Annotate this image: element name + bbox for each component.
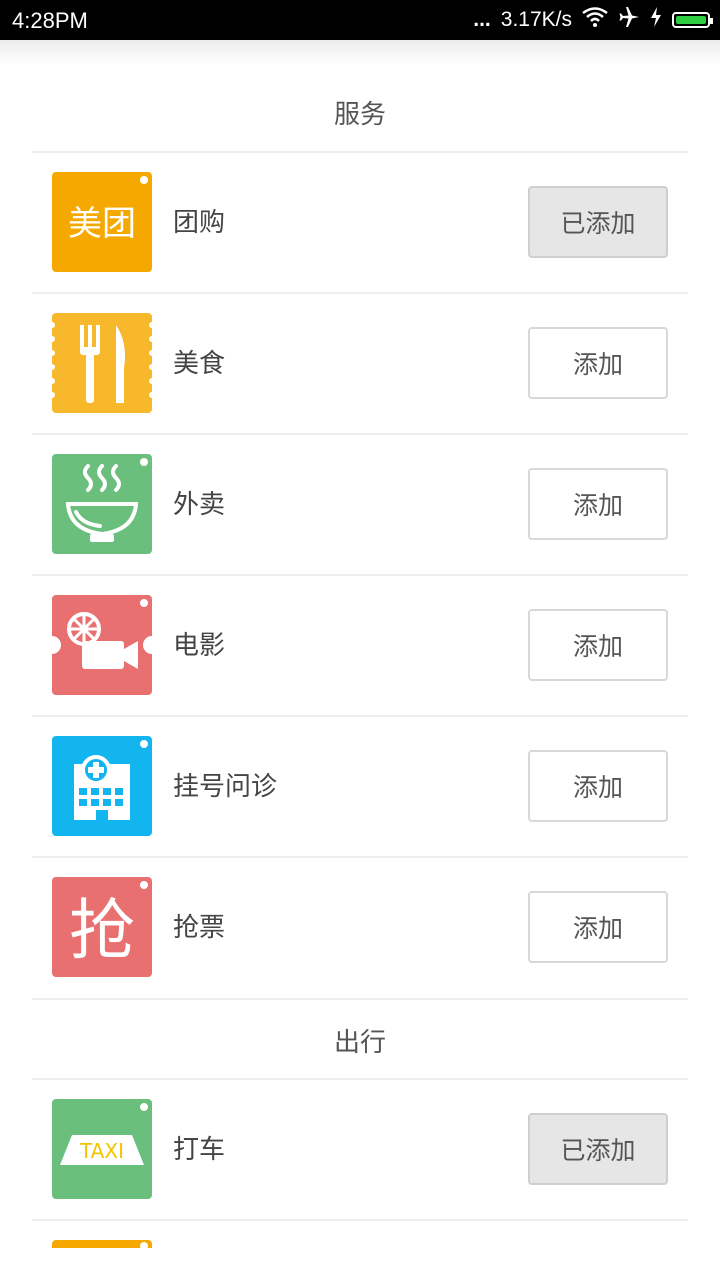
add-button[interactable]: 添加 [528, 468, 668, 540]
list-item: 美团 团购 已添加 [32, 152, 688, 293]
battery-icon [672, 12, 713, 28]
list-item: 美食 添加 [32, 293, 688, 434]
movie-camera-icon [52, 595, 152, 695]
add-button[interactable]: 添加 [528, 327, 668, 399]
item-label: 美食 [173, 349, 226, 379]
svg-text:美团: 美团 [68, 204, 136, 244]
item-label: 团购 [173, 208, 226, 238]
partial-item-icon [52, 1240, 152, 1248]
section-title-travel: 出行 [333, 1028, 386, 1058]
status-time: 4:28PM [12, 8, 88, 33]
top-shadow [0, 40, 720, 66]
add-button[interactable]: 添加 [528, 891, 668, 963]
item-label: 电影 [173, 631, 226, 661]
fork-knife-icon [52, 313, 152, 413]
divider [32, 998, 688, 1000]
list-item: 挂号问诊 添加 [32, 716, 688, 857]
add-button[interactable]: 添加 [528, 609, 668, 681]
item-label: 挂号问诊 [173, 772, 278, 802]
bowl-icon [52, 454, 152, 554]
list-item: TAXI 打车 已添加 [32, 1079, 688, 1220]
network-speed: 3.17K/s [500, 8, 572, 31]
hospital-icon [52, 736, 152, 836]
svg-text:TAXI: TAXI [79, 1139, 124, 1163]
airplane-icon [618, 6, 640, 34]
taxi-icon: TAXI [52, 1099, 152, 1199]
meituan-icon: 美团 [52, 172, 152, 272]
grab-ticket-icon: 抢 [52, 877, 152, 977]
item-label: 抢票 [173, 913, 226, 943]
status-bar: 4:28PM ... 3.17K/s [0, 0, 720, 40]
added-button[interactable]: 已添加 [528, 1113, 668, 1185]
item-label: 外卖 [173, 490, 226, 520]
wifi-icon [582, 7, 608, 33]
charging-icon [650, 7, 662, 33]
add-button[interactable]: 添加 [528, 750, 668, 822]
added-button[interactable]: 已添加 [528, 186, 668, 258]
list-item: 外卖 添加 [32, 434, 688, 575]
more-dots: ... [473, 8, 491, 31]
list-item: 电影 添加 [32, 575, 688, 716]
item-label: 打车 [173, 1135, 226, 1165]
svg-text:抢: 抢 [69, 892, 135, 969]
status-icons: ... 3.17K/s [473, 6, 713, 34]
list-item: 抢 抢票 添加 [32, 857, 688, 998]
section-title-service: 服务 [333, 100, 386, 130]
divider [32, 1219, 688, 1221]
